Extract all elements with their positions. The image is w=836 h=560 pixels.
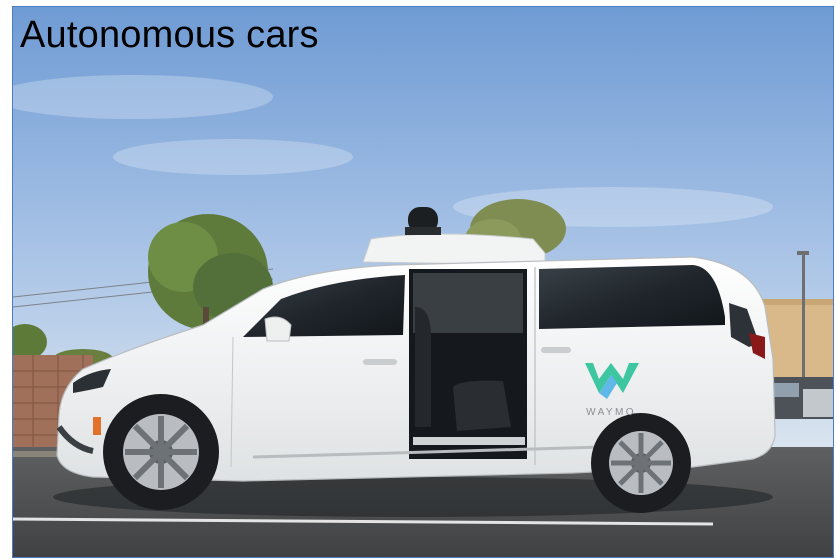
parked-vehicles (765, 377, 833, 419)
roof-sensor-pod (362, 233, 546, 266)
slide-title: Autonomous cars (20, 14, 319, 56)
waymo-wordmark: WAYMO (586, 407, 636, 418)
rear-window (539, 265, 725, 329)
waymo-car-photo: WAYMO (12, 6, 834, 558)
slide: WAYMO Autonomous cars (0, 0, 836, 560)
side-mirror (264, 316, 292, 342)
front-wheel (103, 394, 219, 510)
rear-wheel (591, 413, 691, 513)
light-pole (802, 255, 805, 385)
photo-canvas: WAYMO (13, 7, 833, 557)
